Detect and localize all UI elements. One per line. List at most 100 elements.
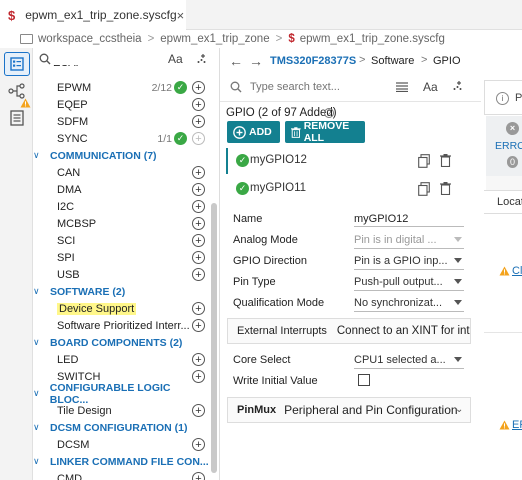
add-icon[interactable]: + <box>192 404 205 417</box>
chevron-down-icon[interactable]: ∨ <box>33 150 47 161</box>
delete-icon[interactable] <box>440 182 451 195</box>
check-icon: ✓ <box>174 132 187 145</box>
pin-type-select[interactable]: Push-pull output... <box>354 274 464 291</box>
name-field[interactable] <box>354 211 464 227</box>
tree-item-label: Device Support <box>33 302 137 315</box>
back-arrow-icon[interactable]: ← <box>229 53 243 69</box>
tree-item[interactable]: EPWM 2/12 ✓ + <box>33 79 209 96</box>
tree-category[interactable]: ∨ DCSM CONFIGURATION (1) <box>33 419 209 436</box>
tree-scrollbar[interactable] <box>211 203 217 473</box>
generated-files-button[interactable] <box>4 106 30 130</box>
add-icon[interactable]: + <box>192 438 205 451</box>
tree-item[interactable]: USB + <box>33 266 209 283</box>
list-view-icon <box>10 57 24 71</box>
breadcrumb-item-workspace[interactable]: workspace_ccstheia <box>38 33 142 45</box>
tree-item-label: Tile Design <box>57 404 112 417</box>
add-icon[interactable]: + <box>192 166 205 179</box>
property-search-input[interactable] <box>250 79 380 95</box>
add-icon[interactable]: + <box>192 234 205 247</box>
add-icon[interactable]: + <box>192 81 205 94</box>
external-interrupts-section[interactable]: External Interrupts Connect to an XINT f… <box>227 318 471 344</box>
add-icon[interactable]: + <box>192 268 205 281</box>
breadcrumb-separator: > <box>147 33 155 45</box>
chevron-down-icon[interactable]: ∨ <box>33 286 47 297</box>
instance-row-mygpio11[interactable]: ✓ myGPIO11 <box>226 177 471 201</box>
add-icon[interactable]: + <box>192 98 205 111</box>
tree-item[interactable]: SDFM + <box>33 113 209 130</box>
search-icon[interactable] <box>39 53 51 65</box>
tree-category[interactable]: ∨ LINKER COMMAND FILE CON... <box>33 453 209 470</box>
list-icon[interactable] <box>396 82 408 92</box>
tree-category[interactable]: ∨ SOFTWARE (2) <box>33 283 209 300</box>
nav-path-software[interactable]: Software <box>371 55 414 67</box>
close-icon[interactable]: × <box>177 8 185 23</box>
tree-item[interactable]: DMA + <box>33 181 209 198</box>
add-button[interactable]: ADD <box>227 121 280 143</box>
remove-all-label: REMOVE ALL <box>303 120 350 144</box>
gpio-direction-select[interactable]: Pin is a GPIO inp... <box>354 253 464 270</box>
property-search-bar[interactable]: Aa <box>220 76 481 98</box>
add-icon[interactable]: + <box>192 200 205 213</box>
tree-item[interactable]: MCBSP + <box>33 215 209 232</box>
filter-options-icon[interactable] <box>195 53 208 66</box>
chevron-down-icon[interactable]: ∨ <box>33 388 47 399</box>
chevron-down-icon[interactable]: ∨ <box>33 456 47 467</box>
add-circle-icon <box>233 125 246 139</box>
tree-category[interactable]: ∨ COMMUNICATION (7) <box>33 147 209 164</box>
tree-category[interactable]: ∨ CONFIGURABLE LOGIC BLOC... <box>33 382 209 406</box>
copy-icon[interactable] <box>418 154 430 168</box>
core-select-label: Core Select <box>233 354 291 366</box>
remove-all-button[interactable]: REMOVE ALL <box>285 120 365 144</box>
tree-item[interactable]: Software Prioritized Interr... + <box>33 317 209 334</box>
tree-item-label: Software Prioritized Interr... <box>57 319 190 332</box>
add-icon[interactable]: + <box>192 251 205 264</box>
add-icon[interactable]: + <box>192 353 205 366</box>
editor-tab-syscfg[interactable]: $ epwm_ex1_trip_zone.syscfg × <box>0 0 186 30</box>
tree-item[interactable]: CMD + <box>33 470 209 480</box>
add-icon[interactable]: + <box>192 217 205 230</box>
device-link[interactable]: TMS320F28377S <box>270 55 356 67</box>
copy-icon[interactable] <box>418 182 430 196</box>
tree-item[interactable]: DCSM + <box>33 436 209 453</box>
add-icon[interactable]: + <box>192 472 205 480</box>
chevron-down-icon[interactable]: ∨ <box>33 337 47 348</box>
breadcrumb-item-file[interactable]: epwm_ex1_trip_zone.syscfg <box>300 33 445 45</box>
core-select[interactable]: CPU1 selected a... <box>354 352 464 369</box>
forward-arrow-icon[interactable]: → <box>249 53 263 69</box>
pinmux-section[interactable]: PinMux Peripheral and Pin Configuration … <box>227 397 471 423</box>
tree-item[interactable]: I2C + <box>33 198 209 215</box>
match-case-icon[interactable]: Aa <box>423 80 438 94</box>
delete-icon[interactable] <box>440 154 451 167</box>
pin-type-label: Pin Type <box>233 276 276 288</box>
match-case-icon[interactable]: Aa <box>168 52 183 66</box>
add-icon[interactable]: + <box>192 302 205 315</box>
add-icon[interactable]: + <box>192 319 205 332</box>
warning-link-2[interactable]: EF <box>512 419 522 431</box>
help-icon[interactable]: ? <box>324 108 334 118</box>
instance-row-mygpio12[interactable]: ✓ myGPIO12 <box>226 149 471 173</box>
tree-item[interactable]: EQEP + <box>33 96 209 113</box>
nav-path-gpio[interactable]: GPIO <box>433 55 461 67</box>
qualification-mode-value: No synchronizat... <box>354 297 443 309</box>
breadcrumb-item-project[interactable]: epwm_ex1_trip_zone <box>160 33 269 45</box>
tree-item[interactable]: SCI + <box>33 232 209 249</box>
chevron-down-icon[interactable]: ∨ <box>33 422 47 433</box>
analog-mode-value: Pin is in digital ... <box>354 234 437 246</box>
tree-item[interactable]: SPI + <box>33 249 209 266</box>
editor-tab-bar: $ epwm_ex1_trip_zone.syscfg × <box>0 0 522 30</box>
tree-category-label: SOFTWARE (2) <box>50 285 126 298</box>
tree-category[interactable]: ∨ BOARD COMPONENTS (2) <box>33 334 209 351</box>
add-icon[interactable]: + <box>192 115 205 128</box>
tree-item[interactable]: Device Support + <box>33 300 209 317</box>
write-initial-value-checkbox[interactable] <box>358 374 370 386</box>
warning-link-1[interactable]: Cl <box>512 265 522 277</box>
tree-item[interactable]: CAN + <box>33 164 209 181</box>
tree-item[interactable]: SYNC 1/1 ✓ + <box>33 130 209 147</box>
tree-item[interactable]: Tile Design + <box>33 402 209 419</box>
tree-item[interactable]: LED + <box>33 351 209 368</box>
filter-options-icon[interactable] <box>451 80 464 93</box>
add-icon[interactable]: + <box>192 183 205 196</box>
software-view-button[interactable] <box>4 52 30 76</box>
qualification-mode-select[interactable]: No synchronizat... <box>354 295 464 312</box>
instance-count: 2/12 <box>151 81 172 94</box>
